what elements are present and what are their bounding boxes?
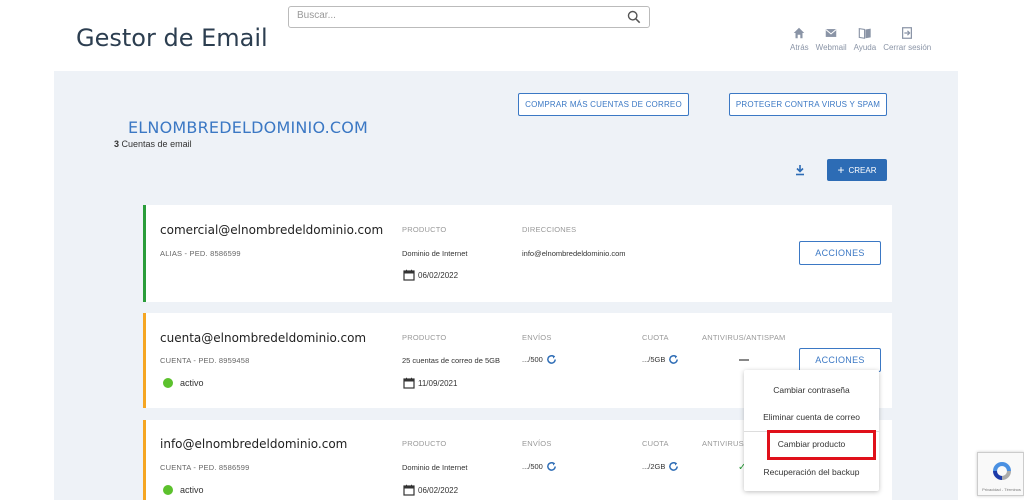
status-text: activo [180, 378, 204, 388]
account-subtitle: CUENTA - PED. 8586599 [160, 463, 250, 472]
date-value: 06/02/2022 [418, 485, 459, 495]
nav-label: Webmail [815, 43, 847, 52]
quota-text: .../2GB [642, 462, 666, 471]
nav-label: Ayuda [853, 43, 877, 52]
logout-icon [902, 27, 913, 39]
status-dot [163, 485, 173, 495]
date-value: 11/09/2021 [418, 378, 458, 388]
calendar-icon [403, 269, 415, 281]
product-value: Dominio de Internet [402, 463, 468, 472]
mail-icon [825, 29, 837, 37]
page-title: Gestor de Email [76, 24, 268, 52]
top-nav: Atrás Webmail Ayuda Cerrar sesión [790, 26, 938, 52]
create-label: CREAR [848, 165, 877, 175]
email-address: info@elnombredeldominio.com [160, 437, 348, 451]
refresh-icon[interactable] [668, 461, 679, 472]
date-field: 11/09/2021 [403, 377, 457, 389]
menu-item-backup-recovery[interactable]: Recuperación del backup [744, 467, 879, 477]
product-label: PRODUCTO [402, 225, 447, 234]
antivirus-label: ANTIVIRUS/ANTISPAM [702, 333, 786, 342]
account-subtitle: ALIAS - PED. 8586599 [160, 249, 241, 258]
email-address: cuenta@elnombredeldominio.com [160, 331, 367, 345]
product-value: 25 cuentas de correo de 5GB [402, 356, 500, 365]
nav-ayuda[interactable]: Ayuda [853, 26, 877, 52]
actions-button[interactable]: ACCIONES [799, 348, 881, 372]
recaptcha-badge[interactable]: Privacidad - Términos [977, 452, 1024, 496]
nav-label: Atrás [790, 43, 809, 52]
quota-label: CUOTA [642, 333, 669, 342]
date-field: 06/02/2022 [403, 269, 458, 281]
refresh-icon[interactable] [546, 461, 557, 472]
buy-more-accounts-button[interactable]: COMPRAR MÁS CUENTAS DE CORREO [518, 93, 689, 116]
nav-cerrar-sesion[interactable]: Cerrar sesión [883, 26, 931, 52]
product-value: Dominio de Internet [402, 249, 468, 258]
quota-value: .../2GB [642, 461, 679, 472]
download-icon[interactable] [794, 164, 806, 176]
status-text: activo [180, 485, 204, 495]
count-label: Cuentas de email [121, 139, 192, 149]
create-button[interactable]: + CREAR [827, 159, 887, 181]
count-value: 3 [114, 139, 120, 149]
email-card-comercial: comercial@elnombredeldominio.com ALIAS -… [143, 205, 892, 302]
account-subtitle: CUENTA - PED. 8959458 [160, 356, 250, 365]
nav-label: Cerrar sesión [883, 43, 932, 52]
account-count: 3 Cuentas de email [114, 139, 192, 149]
sends-text: .../500 [522, 355, 543, 364]
actions-button[interactable]: ACCIONES [799, 241, 881, 265]
top-bar: Gestor de Email Atrás Webmail Ayuda Cerr… [0, 0, 1024, 71]
search-input[interactable] [297, 10, 617, 21]
menu-item-delete-account[interactable]: Eliminar cuenta de correo [744, 412, 879, 422]
menu-item-change-password[interactable]: Cambiar contraseña [744, 385, 879, 395]
quota-text: .../5GB [642, 355, 666, 364]
recaptcha-icon [993, 462, 1011, 480]
calendar-icon [403, 377, 415, 389]
calendar-icon [403, 484, 415, 496]
sends-value: .../500 [522, 461, 557, 472]
search-box[interactable] [288, 6, 650, 28]
addresses-label: DIRECCIONES [522, 225, 577, 234]
book-icon [858, 27, 871, 39]
search-icon[interactable] [627, 10, 641, 24]
sends-label: ENVÍOS [522, 333, 552, 342]
sends-value: .../500 [522, 354, 557, 365]
refresh-icon[interactable] [668, 354, 679, 365]
addresses-value: info@elnombredeldominio.com [522, 249, 626, 258]
sends-label: ENVÍOS [522, 439, 552, 448]
email-address: comercial@elnombredeldominio.com [160, 223, 384, 237]
nav-webmail[interactable]: Webmail [816, 26, 847, 52]
status-dot [163, 378, 173, 388]
product-label: PRODUCTO [402, 439, 447, 448]
refresh-icon[interactable] [546, 354, 557, 365]
date-value: 06/02/2022 [418, 270, 459, 280]
date-field: 06/02/2022 [403, 484, 458, 496]
antivirus-label: ANTIVIRUS/ [702, 439, 747, 448]
home-icon [794, 27, 805, 39]
status-indicator: activo [163, 485, 204, 495]
quota-value: .../5GB [642, 354, 679, 365]
quota-label: CUOTA [642, 439, 669, 448]
protect-virus-spam-button[interactable]: PROTEGER CONTRA VIRUS Y SPAM [729, 93, 887, 116]
highlight-box [767, 430, 876, 460]
antivirus-status-dash [739, 359, 749, 361]
nav-atras[interactable]: Atrás [790, 26, 809, 52]
plus-icon: + [837, 163, 845, 177]
sends-text: .../500 [522, 462, 543, 471]
domain-name: ELNOMBREDELDOMINIO.COM [128, 118, 369, 137]
recaptcha-text: Privacidad - Términos [982, 487, 1021, 492]
status-indicator: activo [163, 378, 204, 388]
product-label: PRODUCTO [402, 333, 447, 342]
